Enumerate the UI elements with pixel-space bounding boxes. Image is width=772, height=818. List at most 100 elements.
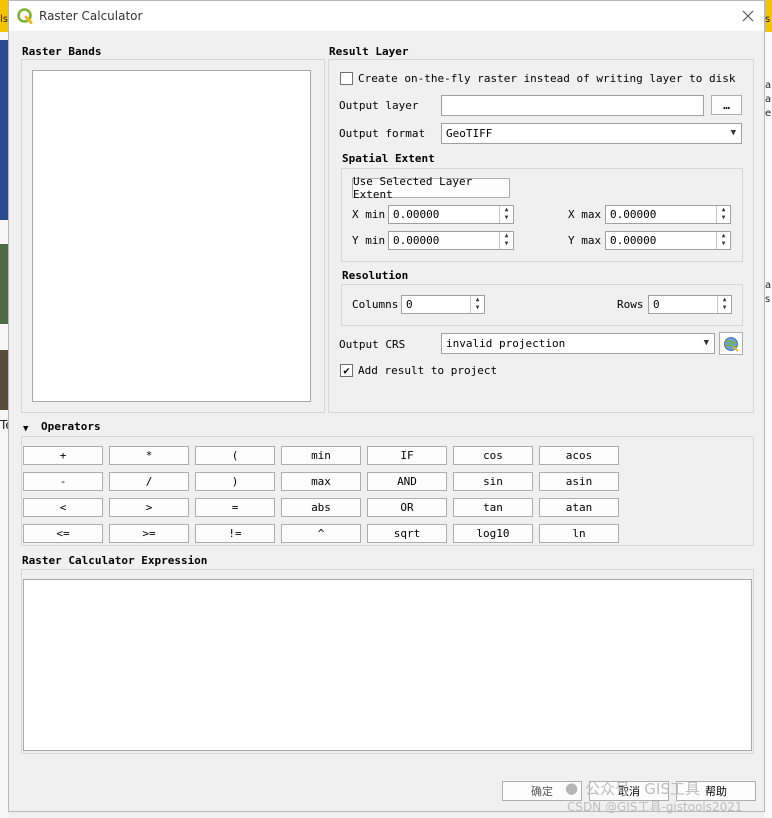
- rows-spinbox[interactable]: 0 ▲ ▼: [648, 295, 732, 314]
- spatial-extent-panel: Use Selected Layer Extent X min 0.00000 …: [341, 168, 743, 262]
- output-layer-input[interactable]: [441, 95, 704, 116]
- close-button[interactable]: [733, 3, 763, 29]
- spin-down-icon[interactable]: ▼: [500, 240, 513, 248]
- spin-buttons: ▲ ▼: [499, 206, 513, 223]
- resolution-title: Resolution: [342, 269, 409, 282]
- xmin-spinbox[interactable]: 0.00000 ▲ ▼: [388, 205, 514, 224]
- spin-buttons: ▲ ▼: [716, 232, 730, 249]
- background-text: e: [765, 108, 772, 119]
- operator-button[interactable]: atan: [539, 498, 619, 517]
- operator-button[interactable]: /: [109, 472, 189, 491]
- watermark-line2: CSDN @GIS工具-gistools2021: [567, 800, 743, 814]
- operator-button[interactable]: asin: [539, 472, 619, 491]
- expression-title: Raster Calculator Expression: [22, 554, 208, 567]
- raster-calculator-dialog: Raster Calculator Raster Bands Result La…: [8, 0, 765, 814]
- rows-label: Rows: [617, 298, 644, 311]
- window-title: Raster Calculator: [39, 9, 143, 23]
- operator-button[interactable]: cos: [453, 446, 533, 465]
- crs-globe-icon: [724, 336, 739, 352]
- ymin-spinbox[interactable]: 0.00000 ▲ ▼: [388, 231, 514, 250]
- xmax-spinbox[interactable]: 0.00000 ▲ ▼: [605, 205, 731, 224]
- operator-button[interactable]: *: [109, 446, 189, 465]
- watermark-line1: 公众号 · GIS工具: [585, 780, 700, 798]
- operators-panel: + *(min IF cos acos - /) max AND sin asin < > = abs OR t…: [21, 436, 754, 546]
- operator-button[interactable]: -: [23, 472, 103, 491]
- raster-bands-title: Raster Bands: [22, 45, 102, 58]
- spin-up-icon[interactable]: ▲: [717, 206, 730, 214]
- xmin-label: X min: [352, 208, 386, 221]
- resolution-panel: Columns 0 ▲ ▼ Rows 0 ▲ ▼: [341, 284, 743, 326]
- spatial-extent-title: Spatial Extent: [342, 152, 435, 165]
- operator-button[interactable]: +: [23, 446, 103, 465]
- background-map-tile: [0, 244, 8, 324]
- columns-label: Columns: [352, 298, 399, 311]
- operator-button[interactable]: max: [281, 472, 361, 491]
- operator-button[interactable]: abs: [281, 498, 361, 517]
- spin-up-icon[interactable]: ▲: [718, 296, 731, 304]
- ymin-label: Y min: [352, 234, 386, 247]
- background-text: s: [765, 294, 771, 305]
- operator-button[interactable]: tan: [453, 498, 533, 517]
- output-format-select[interactable]: GeoTIFF ▼: [441, 123, 742, 144]
- operator-button[interactable]: <=: [23, 524, 103, 543]
- title-bar[interactable]: Raster Calculator: [9, 1, 764, 31]
- spin-up-icon[interactable]: ▲: [717, 232, 730, 240]
- operator-button[interactable]: >=: [109, 524, 189, 543]
- spin-buttons: ▲ ▼: [499, 232, 513, 249]
- background-text: ls: [0, 14, 8, 25]
- operator-button[interactable]: acos: [539, 446, 619, 465]
- add-result-checkbox[interactable]: ✔: [340, 364, 353, 377]
- operator-button[interactable]: =: [195, 498, 275, 517]
- raster-bands-panel: [21, 59, 325, 413]
- spin-up-icon[interactable]: ▲: [500, 232, 513, 240]
- operator-button[interactable]: log10: [453, 524, 533, 543]
- columns-value: 0: [406, 298, 413, 311]
- spin-up-icon[interactable]: ▲: [500, 206, 513, 214]
- browse-output-button[interactable]: …: [711, 95, 742, 115]
- ymax-spinbox[interactable]: 0.00000 ▲ ▼: [605, 231, 731, 250]
- background-app-right: [764, 0, 772, 818]
- operator-button[interactable]: sin: [453, 472, 533, 491]
- use-selected-layer-extent-button[interactable]: Use Selected Layer Extent: [352, 175, 510, 201]
- spin-down-icon[interactable]: ▼: [717, 240, 730, 248]
- operator-button[interactable]: min: [281, 446, 361, 465]
- chevron-down-icon: ▼: [703, 338, 709, 348]
- output-format-value: GeoTIFF: [446, 127, 493, 140]
- output-crs-label: Output CRS: [339, 338, 406, 351]
- operator-button[interactable]: IF: [367, 446, 447, 465]
- onfly-raster-checkbox[interactable]: [340, 72, 353, 85]
- background-map-tile: [0, 350, 8, 410]
- spin-down-icon[interactable]: ▼: [717, 214, 730, 222]
- background-text: a: [765, 80, 772, 91]
- spin-down-icon[interactable]: ▼: [471, 304, 484, 312]
- raster-bands-list[interactable]: [32, 70, 311, 402]
- background-text: a: [765, 280, 772, 291]
- operators-title: Operators: [41, 420, 101, 433]
- spin-buttons: ▲ ▼: [716, 206, 730, 223]
- select-crs-button[interactable]: [719, 332, 743, 355]
- operator-button[interactable]: >: [109, 498, 189, 517]
- spin-up-icon[interactable]: ▲: [471, 296, 484, 304]
- collapse-triangle-icon[interactable]: ▼: [23, 424, 28, 434]
- expression-editor[interactable]: [23, 579, 752, 751]
- ymax-value: 0.00000: [610, 234, 657, 247]
- rows-value: 0: [653, 298, 660, 311]
- operator-button[interactable]: sqrt: [367, 524, 447, 543]
- operator-button[interactable]: ): [195, 472, 275, 491]
- operator-button[interactable]: AND: [367, 472, 447, 491]
- operator-button[interactable]: <: [23, 498, 103, 517]
- output-format-label: Output format: [339, 127, 426, 140]
- operators-grid: + *(min IF cos acos - /) max AND sin asin < > = abs OR t…: [23, 446, 623, 543]
- operator-button[interactable]: !=: [195, 524, 275, 543]
- spin-down-icon[interactable]: ▼: [500, 214, 513, 222]
- spin-down-icon[interactable]: ▼: [718, 304, 731, 312]
- result-layer-title: Result Layer: [329, 45, 409, 58]
- operator-button[interactable]: OR: [367, 498, 447, 517]
- output-crs-select[interactable]: invalid projection ▼: [441, 333, 715, 354]
- operator-button[interactable]: (: [195, 446, 275, 465]
- columns-spinbox[interactable]: 0 ▲ ▼: [401, 295, 485, 314]
- operator-button[interactable]: ln: [539, 524, 619, 543]
- add-result-label: Add result to project: [358, 364, 498, 377]
- operator-button[interactable]: ^: [281, 524, 361, 543]
- onfly-raster-label: Create on-the-fly raster instead of writ…: [358, 72, 736, 85]
